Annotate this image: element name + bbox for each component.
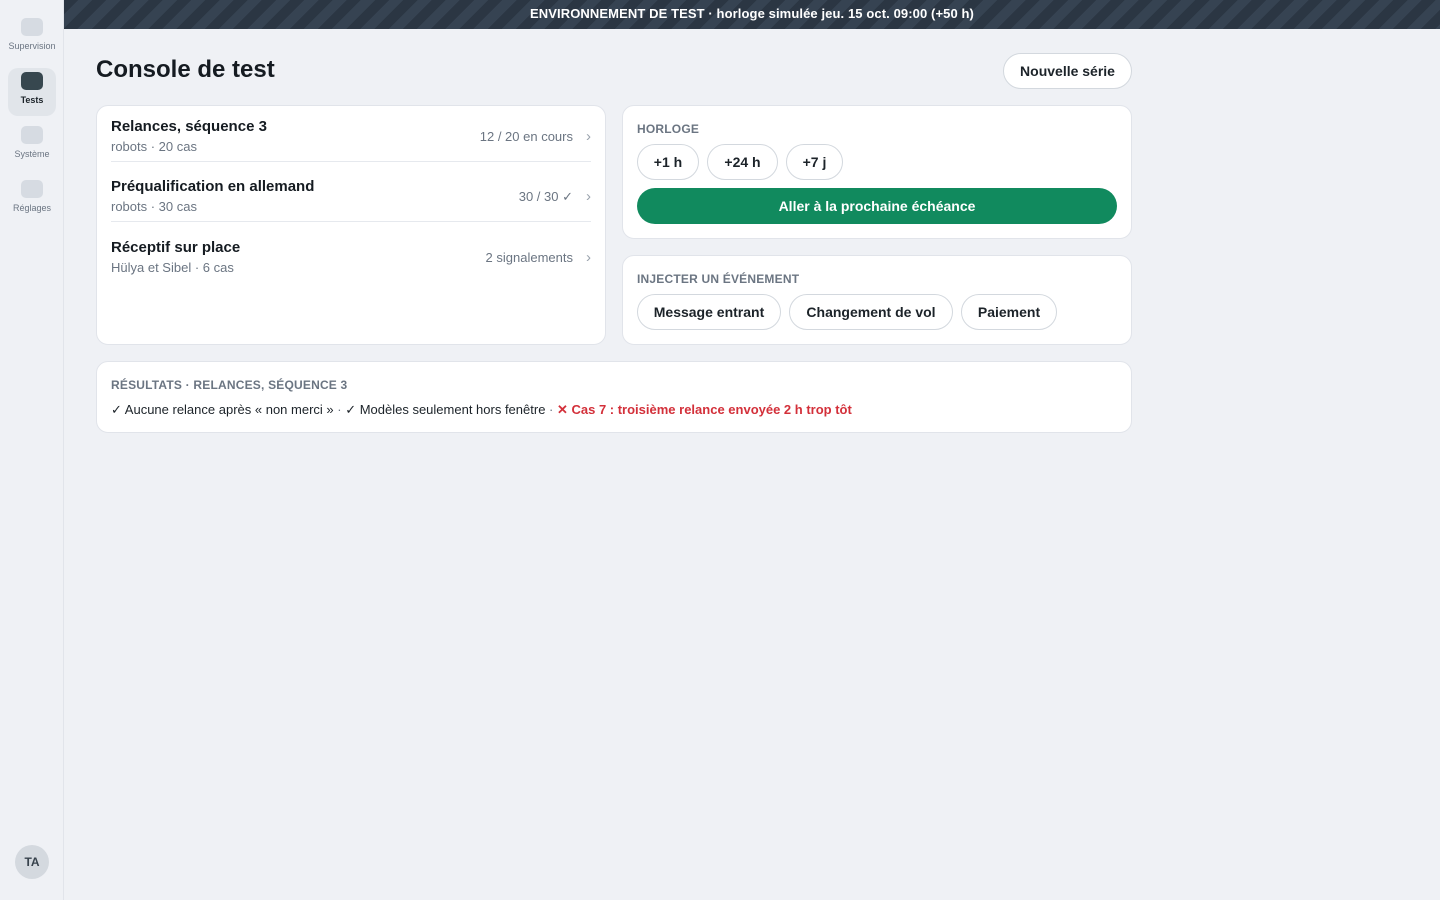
system-icon [21, 126, 43, 144]
inject-incoming-message-button[interactable]: Message entrant [637, 294, 781, 330]
clock-card: HORLOGE +1 h +24 h +7 j Aller à la proch… [622, 105, 1132, 239]
sidebar-item-system[interactable]: Système [8, 122, 56, 170]
result-pass: ✓ Aucune relance après « non merci » [111, 402, 334, 417]
page-title: Console de test [96, 56, 275, 83]
test-environment-banner: ENVIRONNEMENT DE TEST · horloge simulée … [64, 0, 1440, 29]
advance-1h-button[interactable]: +1 h [637, 144, 699, 180]
series-row[interactable]: Réceptif sur place Hülya et Sibel · 6 ca… [111, 227, 591, 283]
advance-24h-button[interactable]: +24 h [707, 144, 778, 180]
results-label: RÉSULTATS · RELANCES, SÉQUENCE 3 [111, 378, 348, 392]
sidebar-item-settings[interactable]: Réglages [8, 176, 56, 224]
inject-event-card: INJECTER UN ÉVÉNEMENT Message entrant Ch… [622, 255, 1132, 345]
sidebar: Supervision Tests Système Réglages TA [0, 0, 64, 900]
inject-label: INJECTER UN ÉVÉNEMENT [637, 272, 800, 286]
series-status: 30 / 30 ✓ [518, 189, 573, 204]
series-row[interactable]: Relances, séquence 3 robots · 20 cas 12 … [111, 106, 591, 162]
chevron-right-icon: › [586, 249, 591, 266]
tests-icon [21, 72, 43, 90]
series-list-card: Relances, séquence 3 robots · 20 cas 12 … [96, 105, 606, 345]
sidebar-item-supervision[interactable]: Supervision [8, 14, 56, 62]
advance-7d-button[interactable]: +7 j [786, 144, 843, 180]
sidebar-item-tests[interactable]: Tests [8, 68, 56, 116]
supervision-icon [21, 18, 43, 36]
result-pass: ✓ Modèles seulement hors fenêtre [345, 402, 546, 417]
sidebar-item-label: Réglages [12, 203, 52, 213]
series-name: Relances, séquence 3 [111, 118, 267, 135]
series-row[interactable]: Préqualification en allemand robots · 30… [111, 166, 591, 222]
result-fail: ✕ Cas 7 : troisième relance envoyée 2 h … [556, 402, 852, 417]
sidebar-item-label: Supervision [8, 41, 56, 51]
result-separator: · [545, 402, 557, 417]
series-meta: robots · 30 cas [111, 199, 197, 214]
settings-icon [21, 180, 43, 198]
avatar[interactable]: TA [15, 845, 49, 879]
inject-payment-button[interactable]: Paiement [961, 294, 1057, 330]
series-status: 12 / 20 en cours [479, 129, 573, 144]
sidebar-item-label: Tests [20, 95, 44, 105]
sidebar-item-label: Système [14, 149, 50, 159]
new-series-button[interactable]: Nouvelle série [1003, 53, 1132, 89]
series-status: 2 signalements [485, 250, 573, 265]
results-line: ✓ Aucune relance après « non merci » · ✓… [111, 402, 852, 418]
series-meta: robots · 20 cas [111, 139, 197, 154]
result-separator: · [333, 402, 346, 417]
series-name: Réceptif sur place [111, 239, 241, 256]
inject-flight-change-button[interactable]: Changement de vol [789, 294, 953, 330]
next-deadline-button[interactable]: Aller à la prochaine échéance [637, 188, 1117, 224]
results-card: RÉSULTATS · RELANCES, SÉQUENCE 3 ✓ Aucun… [96, 361, 1132, 433]
chevron-right-icon: › [586, 128, 591, 145]
series-meta: Hülya et Sibel · 6 cas [111, 260, 234, 275]
chevron-right-icon: › [586, 188, 591, 205]
series-name: Préqualification en allemand [111, 178, 315, 195]
clock-label: HORLOGE [637, 122, 700, 136]
